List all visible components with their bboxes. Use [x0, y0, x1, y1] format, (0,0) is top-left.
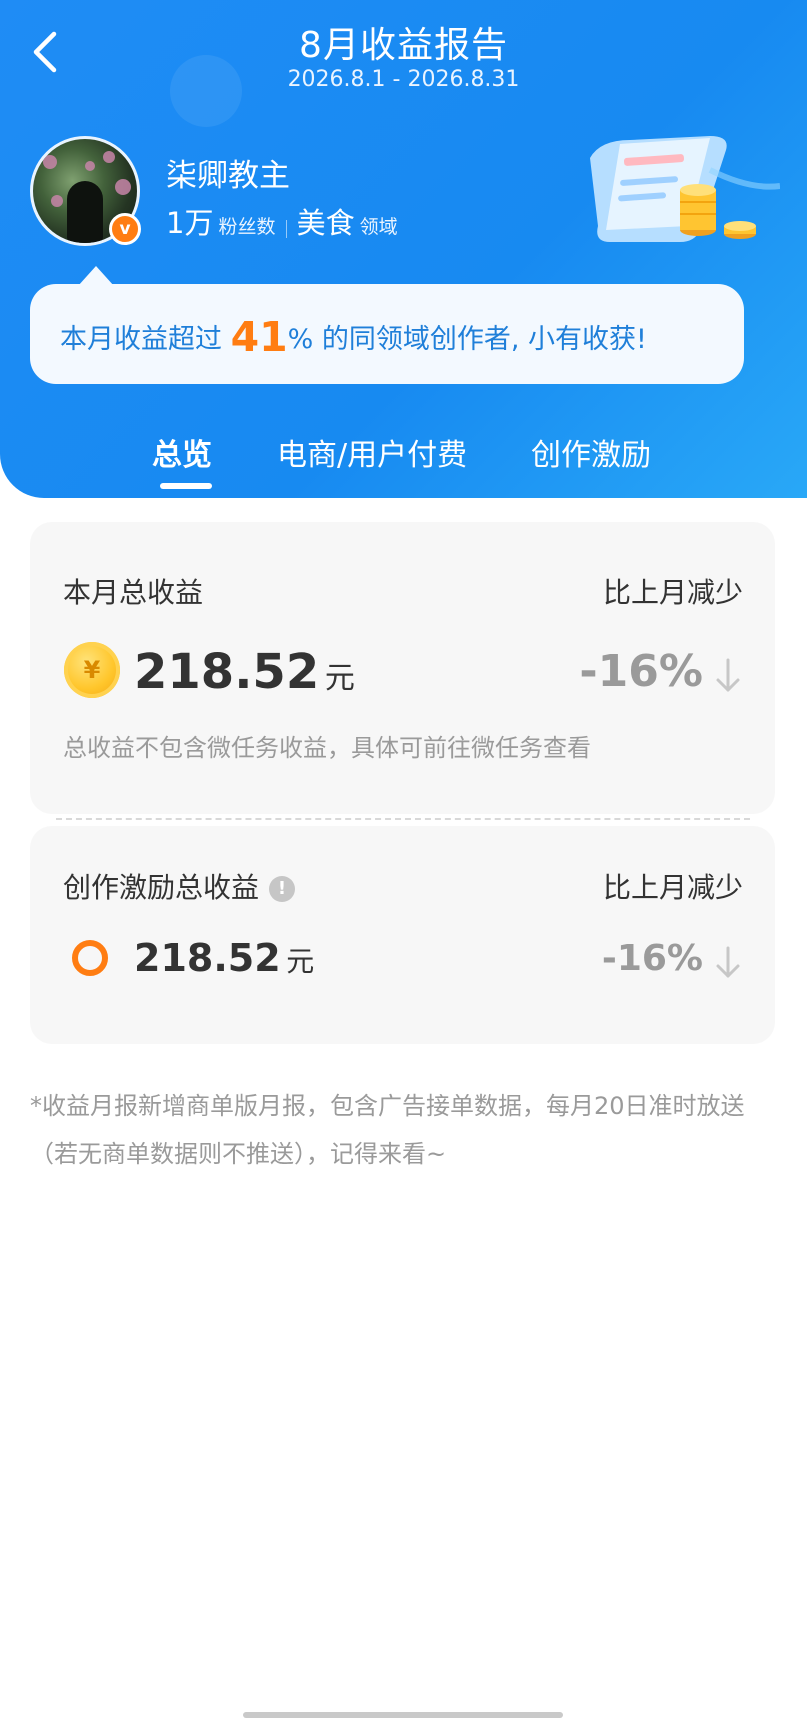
tab-overview[interactable]: 总览 [152, 430, 212, 474]
tip-text: 本月收益超过 41% 的同领域创作者, 小有收获! [60, 313, 647, 361]
incentive-label-text: 创作激励总收益 [63, 871, 260, 904]
arrow-down-icon [716, 658, 740, 692]
incentive-income-amount: 218.52 元 [134, 936, 314, 980]
receipt-coins-illustration [590, 136, 780, 242]
incentive-amount-value: 218.52 [134, 936, 281, 980]
tip-suffix: % 的同领域创作者, 小有收获! [287, 324, 647, 355]
report-header: 8月收益报告 2026.8.1 - 2026.8.31 v 柒卿教主 1万 粉丝… [0, 0, 807, 498]
incentive-income-label: 创作激励总收益! [63, 866, 296, 906]
page-title: 8月收益报告 [299, 25, 508, 66]
total-income-label: 本月总收益 [63, 576, 204, 609]
incentive-compare-label: 比上月减少 [602, 871, 743, 904]
tip-prefix: 本月收益超过 [60, 324, 231, 355]
active-tab-indicator [160, 483, 212, 489]
ring-icon [72, 940, 108, 976]
info-icon[interactable]: ! [269, 876, 296, 902]
income-rank-tip: 本月收益超过 41% 的同领域创作者, 小有收获! [30, 284, 744, 384]
tab-creation-incentive[interactable]: 创作激励 [531, 430, 651, 474]
username: 柒卿教主 [166, 158, 290, 194]
profile-stats: 1万 粉丝数 美食 领域 [166, 200, 398, 242]
total-income-amount: 218.52 元 [134, 644, 355, 700]
fans-count: 1万 [166, 206, 214, 240]
total-amount-unit: 元 [324, 661, 355, 696]
tip-pointer [78, 266, 114, 286]
total-income-card: 本月总收益 比上月减少 ¥ 218.52 元 -16% 总收益不包含微任务收益，… [30, 522, 775, 814]
field-label: 领域 [359, 216, 398, 238]
report-footnote: *收益月报新增商单版月报，包含广告接单数据，每月20日准时放送（若无商单数据则不… [30, 1092, 745, 1168]
report-tabs: 总览 电商/用户付费 创作激励 [0, 430, 807, 490]
arrow-down-icon [716, 946, 740, 978]
rank-percent: 41 [230, 313, 288, 361]
coin-icon: ¥ [64, 642, 120, 698]
home-indicator[interactable] [243, 1712, 563, 1718]
verified-badge: v [109, 213, 141, 245]
fans-label: 粉丝数 [218, 216, 276, 238]
incentive-amount-unit: 元 [286, 945, 315, 978]
date-range: 2026.8.1 - 2026.8.31 [287, 67, 520, 92]
field-value: 美食 [296, 206, 355, 240]
incentive-change-percent: -16% [601, 938, 703, 979]
incentive-income-card: 创作激励总收益! 比上月减少 218.52 元 -16% [30, 826, 775, 1044]
total-change-percent: -16% [579, 646, 703, 697]
stats-divider [285, 219, 287, 238]
total-amount-value: 218.52 [134, 644, 320, 700]
total-income-note: 总收益不包含微任务收益，具体可前往微任务查看 [63, 734, 591, 762]
tab-ecommerce-paid[interactable]: 电商/用户付费 [277, 430, 467, 474]
total-compare-label: 比上月减少 [602, 576, 743, 609]
dashed-divider [56, 818, 750, 820]
